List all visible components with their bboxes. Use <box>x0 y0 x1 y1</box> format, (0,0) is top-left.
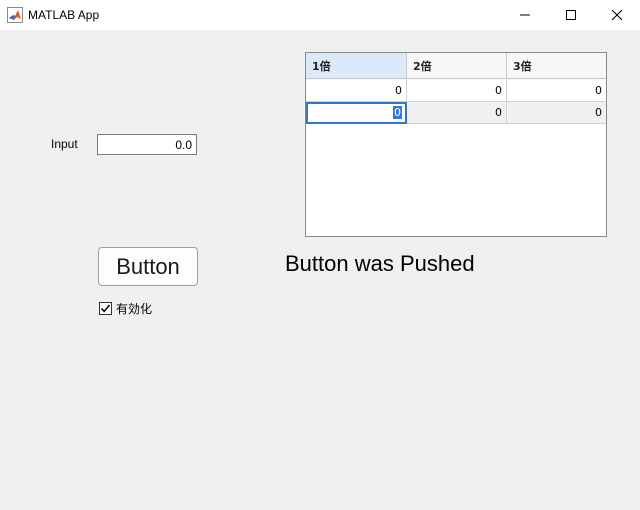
checkmark-icon <box>100 304 111 313</box>
matlab-logo-icon <box>7 7 23 23</box>
table-cell[interactable]: 0 <box>407 102 507 124</box>
table-row: 0 0 0 <box>306 102 606 124</box>
enable-checkbox[interactable] <box>99 301 112 315</box>
table-body: 0 0 0 0 0 0 <box>306 80 606 124</box>
minimize-icon <box>520 14 530 16</box>
data-table[interactable]: 1倍 2倍 3倍 0 0 0 0 0 0 <box>305 52 607 237</box>
table-row: 0 0 0 <box>306 80 606 102</box>
close-button[interactable] <box>594 0 640 30</box>
column-header-2[interactable]: 2倍 <box>407 53 507 79</box>
close-icon <box>611 9 623 21</box>
table-cell[interactable]: 0 <box>306 80 407 102</box>
maximize-button[interactable] <box>548 0 594 30</box>
enable-checkbox-group[interactable]: 有効化 <box>99 300 152 316</box>
selected-cell-text[interactable]: 0 <box>393 106 402 119</box>
table-cell[interactable]: 0 <box>407 80 507 102</box>
input-field[interactable] <box>97 134 197 155</box>
column-header-3[interactable]: 3倍 <box>507 53 606 79</box>
table-cell[interactable]: 0 <box>507 102 606 124</box>
table-cell[interactable]: 0 <box>507 80 606 102</box>
maximize-icon <box>566 10 576 20</box>
status-label: Button was Pushed <box>285 251 475 276</box>
minimize-button[interactable] <box>502 0 548 30</box>
input-label: Input <box>51 137 78 151</box>
enable-checkbox-label: 有効化 <box>116 301 153 316</box>
window-title: MATLAB App <box>28 8 100 22</box>
column-header-1[interactable]: 1倍 <box>306 53 407 79</box>
table-cell-editing[interactable]: 0 <box>306 102 407 124</box>
table-header: 1倍 2倍 3倍 <box>306 53 606 80</box>
title-bar: MATLAB App <box>0 0 640 30</box>
push-button[interactable]: Button <box>98 247 198 286</box>
